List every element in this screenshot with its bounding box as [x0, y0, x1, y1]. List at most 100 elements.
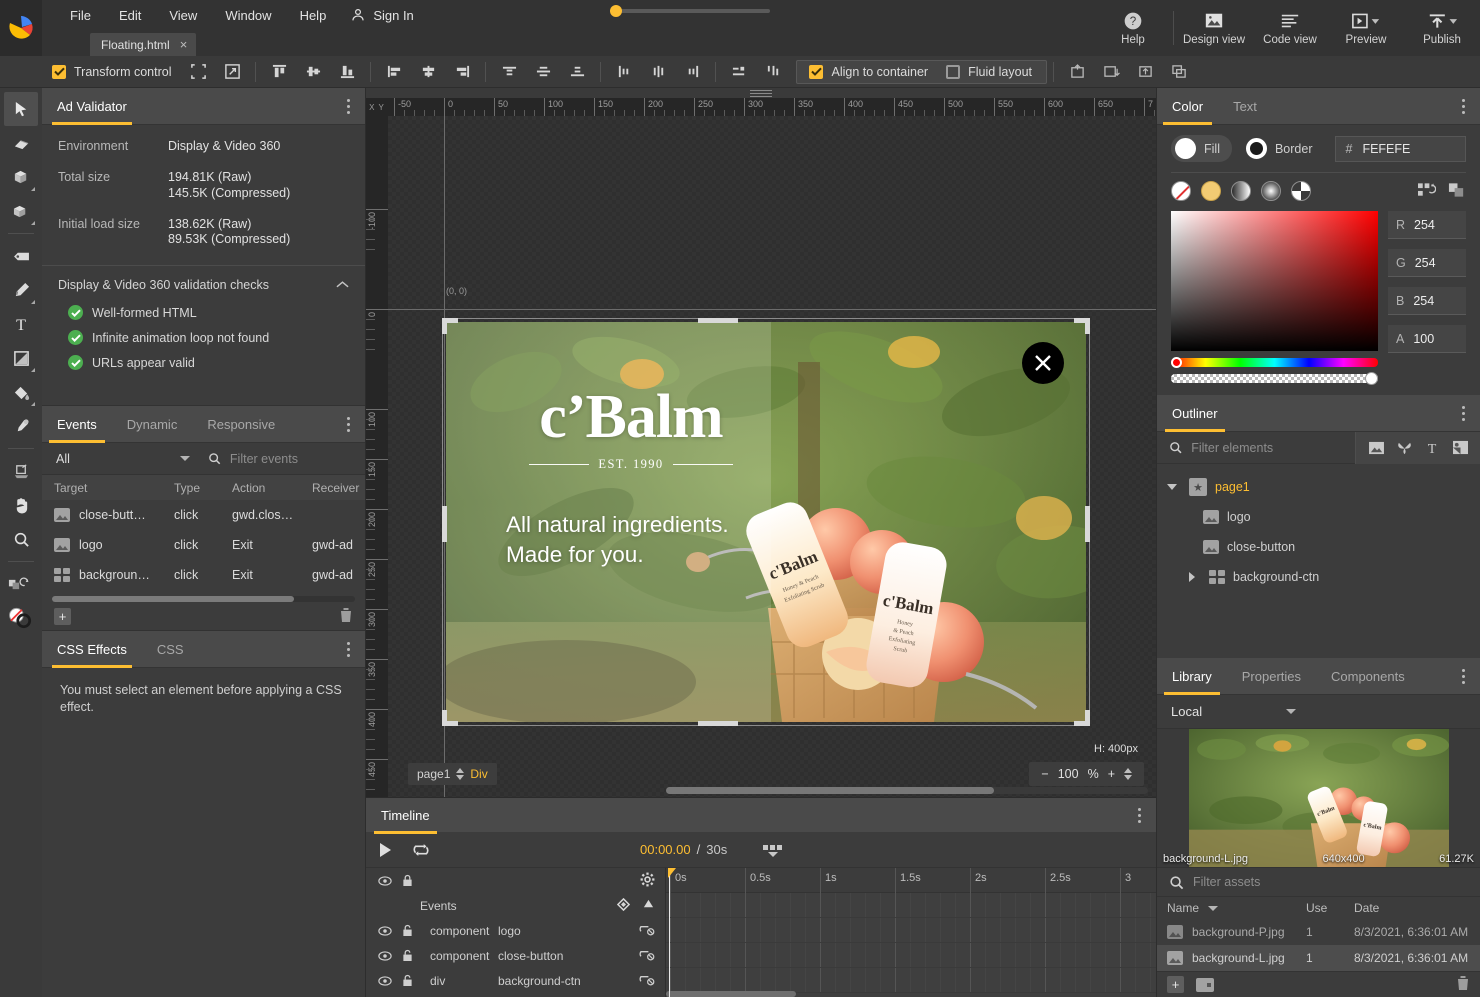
align-bottom-button[interactable]	[330, 56, 364, 88]
align-middle-button[interactable]	[296, 56, 330, 88]
resize-handle-bc[interactable]	[698, 721, 738, 726]
outliner-node-background-ctn[interactable]: background-ctn	[1157, 562, 1480, 592]
alpha-slider[interactable]	[1171, 374, 1378, 383]
green-field[interactable]: G 254	[1388, 249, 1466, 277]
zoom-stepper[interactable]	[1124, 768, 1132, 780]
visibility-icon[interactable]	[374, 876, 396, 886]
red-value[interactable]: 254	[1414, 218, 1435, 232]
ungroup-button[interactable]	[1162, 56, 1196, 88]
swap-colors-icon[interactable]	[1418, 182, 1436, 201]
hand-tool[interactable]	[4, 488, 38, 522]
fluid-layout-toggle[interactable]: Fluid layout	[938, 61, 1042, 83]
timeline-lane-events[interactable]	[666, 893, 1156, 918]
eyedropper-tool[interactable]	[4, 409, 38, 443]
zoom-out-button[interactable]: −	[1041, 767, 1048, 781]
timeline-overflow-menu[interactable]	[1130, 805, 1148, 825]
stage-panel-grabber[interactable]	[366, 88, 1156, 98]
breadcrumb-page-stepper[interactable]	[456, 768, 464, 780]
filter-text-button[interactable]: T	[1420, 436, 1444, 460]
horizontal-ruler[interactable]: -500501001502002503003504004505005506006…	[388, 98, 1156, 116]
lock-open-icon[interactable]	[396, 949, 418, 962]
vertical-ruler[interactable]: -1000100150200250300350400450500	[366, 116, 388, 797]
assets-search[interactable]	[1157, 867, 1480, 897]
timeline-playhead[interactable]	[669, 868, 670, 997]
outliner-node-close-button[interactable]: close-button	[1157, 532, 1480, 562]
pattern-fill-swatch[interactable]	[1291, 181, 1311, 201]
distribute-center-button[interactable]	[641, 56, 675, 88]
filter-elements-input[interactable]	[1191, 441, 1355, 455]
resize-handle-lc[interactable]	[442, 506, 447, 542]
event-row[interactable]: logo click Exit gwd-ad	[42, 530, 365, 560]
paint-bucket-tool[interactable]	[4, 375, 38, 409]
menu-window[interactable]: Window	[211, 4, 285, 27]
timeline-lane-background-ctn[interactable]	[666, 968, 1156, 993]
assets-column-name[interactable]: Name	[1167, 901, 1306, 915]
help-button[interactable]: ? Help	[1095, 0, 1171, 56]
resize-handle-r1[interactable]	[1085, 318, 1090, 334]
space-evenly-vertical-button[interactable]	[756, 56, 790, 88]
pen-tool[interactable]	[4, 273, 38, 307]
ad-logo[interactable]: c’Balm EST. 1990	[506, 388, 756, 472]
lock-open-icon[interactable]	[396, 974, 418, 987]
transform-control-toggle[interactable]: Transform control	[44, 65, 181, 79]
lock-closed-icon[interactable]	[396, 874, 418, 887]
events-scope-select[interactable]: All	[42, 443, 202, 475]
sign-in-button[interactable]: Sign In	[340, 3, 423, 27]
code-view-button[interactable]: Code view	[1252, 0, 1328, 56]
add-asset-button[interactable]: +	[1167, 976, 1184, 993]
fill-option[interactable]: Fill	[1171, 135, 1232, 162]
add-event-button[interactable]: +	[54, 608, 71, 625]
distribute-top-button[interactable]	[492, 56, 526, 88]
outliner-search[interactable]	[1157, 440, 1355, 455]
distribute-left-button[interactable]	[607, 56, 641, 88]
tab-library[interactable]: Library	[1157, 658, 1227, 695]
event-row[interactable]: backgroun… click Exit gwd-ad	[42, 560, 365, 590]
tab-timeline[interactable]: Timeline	[366, 797, 445, 834]
tab-components[interactable]: Components	[1316, 658, 1420, 695]
align-top-button[interactable]	[262, 56, 296, 88]
timeline-lane-logo[interactable]	[666, 918, 1156, 943]
tab-color[interactable]: Color	[1157, 88, 1218, 125]
resize-tool[interactable]	[215, 56, 249, 88]
tab-css[interactable]: CSS	[142, 631, 199, 668]
3d-rotate-tool[interactable]	[4, 160, 38, 194]
ad-creative-preview[interactable]: c'Balm Honey & Peach Exfoliating Scrub c…	[446, 322, 1086, 722]
event-row[interactable]: close-butt… click gwd.clos…	[42, 500, 365, 530]
timeline-layer-row[interactable]: component logo	[366, 918, 665, 943]
border-option[interactable]: Border	[1242, 135, 1325, 162]
menu-help[interactable]: Help	[286, 4, 341, 27]
filter-assets-input[interactable]	[1193, 875, 1473, 889]
publish-button[interactable]: Publish	[1404, 0, 1480, 56]
resize-handle-l1[interactable]	[442, 318, 447, 334]
menu-file[interactable]: File	[56, 4, 105, 27]
visibility-icon[interactable]	[374, 976, 396, 986]
timeline-layer-row[interactable]: div background-ctn	[366, 968, 665, 993]
timeline-layer-row[interactable]: component close-button	[366, 943, 665, 968]
3d-translate-tool[interactable]	[4, 194, 38, 228]
play-button[interactable]	[366, 832, 404, 868]
text-tool[interactable]: T	[4, 307, 38, 341]
tab-css-effects[interactable]: CSS Effects	[42, 631, 142, 668]
events-overflow-menu[interactable]	[339, 414, 357, 434]
filter-images-button[interactable]	[1364, 436, 1388, 460]
tab-dynamic[interactable]: Dynamic	[112, 406, 193, 443]
align-to-container-toggle[interactable]: Align to container	[801, 61, 938, 83]
add-keyframe-icon[interactable]	[617, 898, 630, 914]
zoom-control[interactable]: − 100 % +	[1029, 762, 1144, 786]
zoom-in-button[interactable]: +	[1108, 767, 1115, 781]
ad-close-button[interactable]	[1022, 342, 1064, 384]
outliner-overflow-menu[interactable]	[1454, 403, 1472, 423]
space-evenly-horizontal-button[interactable]	[722, 56, 756, 88]
distribute-right-button[interactable]	[675, 56, 709, 88]
document-tab-floating[interactable]: Floating.html ×	[90, 33, 196, 56]
events-search[interactable]	[202, 451, 365, 466]
disable-animation-icon[interactable]	[639, 923, 655, 939]
green-value[interactable]: 254	[1415, 256, 1436, 270]
add-event-marker-icon[interactable]	[642, 898, 655, 914]
filter-components-button[interactable]	[1448, 436, 1472, 460]
preview-button[interactable]: Preview	[1328, 0, 1404, 56]
align-right-button[interactable]	[445, 56, 479, 88]
tab-properties[interactable]: Properties	[1227, 658, 1316, 695]
resize-handle-br2[interactable]	[1074, 721, 1090, 726]
filter-animations-button[interactable]	[1392, 436, 1416, 460]
